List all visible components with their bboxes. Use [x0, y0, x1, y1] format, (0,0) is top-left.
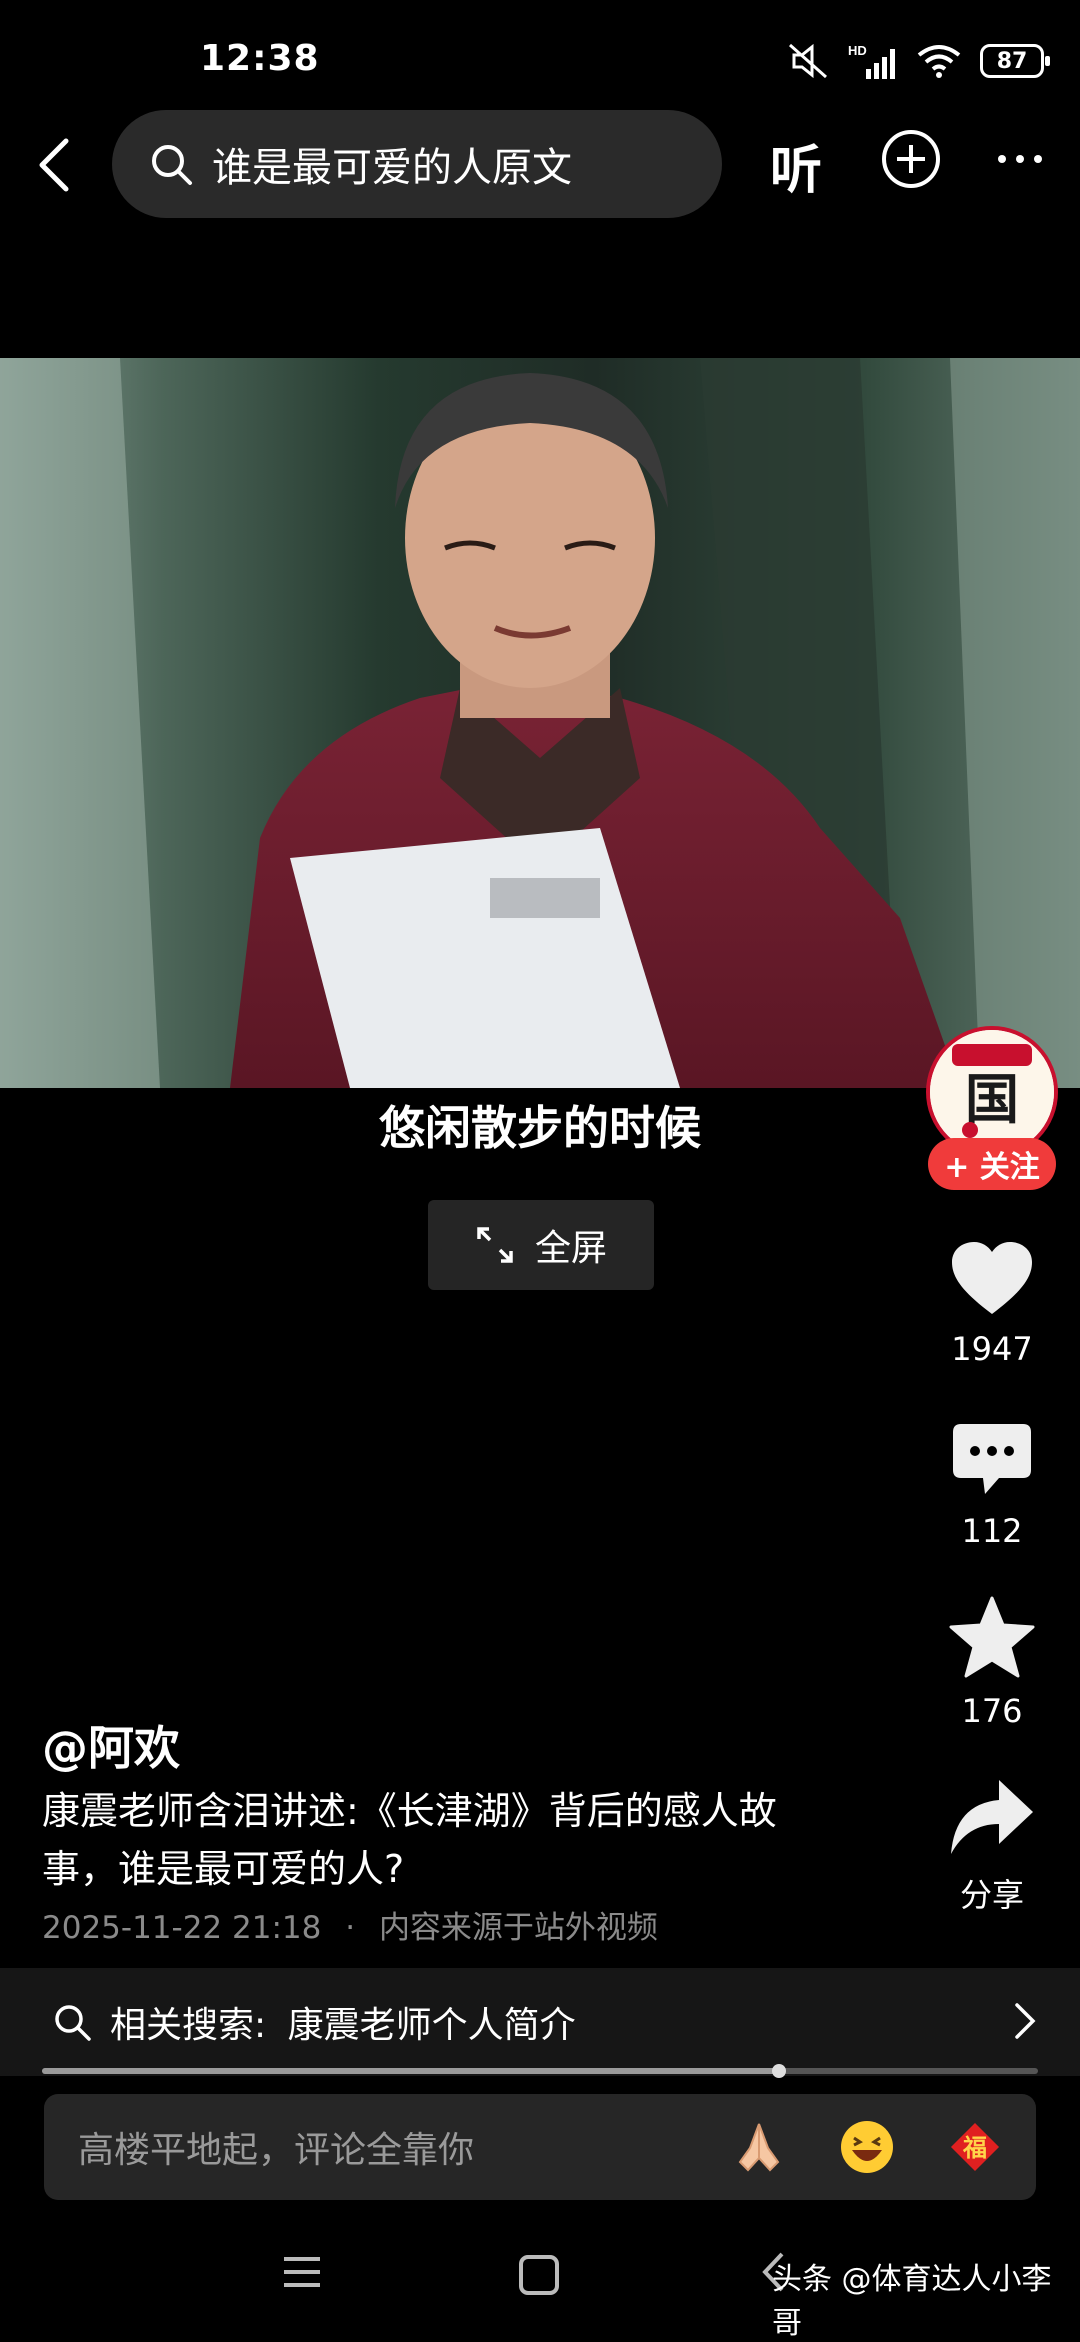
chevron-right-icon: [1015, 2003, 1036, 2039]
share-label: 分享: [959, 1876, 1024, 1914]
post-timestamp: 2025-11-22 21:18: [42, 1910, 322, 1946]
fullscreen-button[interactable]: 全屏: [428, 1200, 654, 1290]
favorite-action[interactable]: 176: [938, 1596, 1046, 1730]
watermark: 头条 @体育达人小李哥: [772, 2262, 1052, 2341]
like-action[interactable]: 1947: [938, 1240, 1046, 1368]
chevron-left-icon: [39, 138, 69, 192]
back-button[interactable]: [24, 130, 84, 200]
home-square-icon[interactable]: [518, 2254, 560, 2296]
svg-text:福: 福: [962, 2134, 987, 2162]
fu-diamond-icon: 福: [950, 2122, 1000, 2172]
pray-emoji-button[interactable]: [728, 2116, 790, 2178]
svg-text:国: 国: [965, 1067, 1019, 1131]
video-subtitle: 悠闲散步的时候: [379, 1101, 701, 1155]
related-search-label: 相关搜索: 康震老师个人简介: [110, 1996, 576, 2048]
menu-icon[interactable]: [282, 2254, 322, 2290]
more-dots-icon: [998, 155, 1042, 163]
favorite-count: 176: [961, 1692, 1023, 1730]
fullscreen-label: 全屏: [534, 1228, 607, 1269]
related-search-prefix: 相关搜索:: [110, 2005, 267, 2046]
status-time: 12:38: [200, 38, 320, 79]
heart-icon: [952, 1242, 1032, 1314]
signal-icon: HD: [848, 43, 895, 79]
comment-placeholder: 高楼平地起，评论全靠你: [78, 2130, 475, 2171]
comment-action[interactable]: 112: [938, 1422, 1046, 1550]
status-icons: HD 87: [786, 36, 1050, 86]
search-icon: [55, 2005, 91, 2041]
related-search-query: 康震老师个人简介: [287, 2005, 576, 2046]
video-player[interactable]: [0, 358, 1080, 1088]
comment-count: 112: [961, 1512, 1023, 1550]
mute-vibrate-icon: [789, 43, 827, 79]
svg-text:HD: HD: [848, 43, 867, 58]
search-icon: [152, 145, 192, 185]
wifi-icon: [917, 45, 961, 78]
comment-bubble-icon: [953, 1424, 1031, 1494]
author-name[interactable]: @阿欢: [42, 1712, 180, 1778]
post-source: 内容来源于站外视频: [378, 1910, 658, 1946]
battery-indicator: 87: [980, 44, 1050, 78]
fortune-emoji-button[interactable]: 福: [944, 2116, 1006, 2178]
laugh-emoji-button[interactable]: [836, 2116, 898, 2178]
post-meta: 2025-11-22 21:18 · 内容来源于站外视频: [42, 1902, 658, 1947]
expand-icon: [477, 1227, 513, 1263]
search-bar[interactable]: 谁是最可爱的人原文: [112, 110, 722, 218]
share-arrow-icon: [951, 1780, 1033, 1854]
listen-button[interactable]: 听: [770, 128, 822, 203]
guoxue-logo-icon: 国: [930, 1030, 1054, 1154]
add-icon[interactable]: [880, 128, 942, 190]
video-frame-image: [0, 358, 1080, 1088]
video-progress-fill: [42, 2068, 780, 2074]
share-action[interactable]: 分享: [938, 1778, 1046, 1916]
more-button[interactable]: [990, 128, 1050, 190]
video-progress-handle[interactable]: [772, 2064, 787, 2078]
video-progress-bar[interactable]: [42, 2068, 1038, 2074]
search-query: 谁是最可爱的人原文: [212, 145, 572, 191]
laughing-face-icon: [841, 2121, 893, 2173]
related-search-bar[interactable]: 相关搜索: 康震老师个人简介: [0, 1968, 1080, 2076]
post-caption: 康震老师含泪讲述:《长津湖》背后的感人故事，谁是最可爱的人?: [42, 1789, 777, 1891]
star-icon: [949, 1596, 1035, 1678]
comment-input[interactable]: 高楼平地起，评论全靠你 福: [44, 2094, 1036, 2200]
praying-hands-icon: [738, 2123, 780, 2172]
like-count: 1947: [951, 1330, 1033, 1368]
meta-separator: ·: [345, 1910, 356, 1946]
follow-button[interactable]: + 关注: [928, 1138, 1056, 1190]
